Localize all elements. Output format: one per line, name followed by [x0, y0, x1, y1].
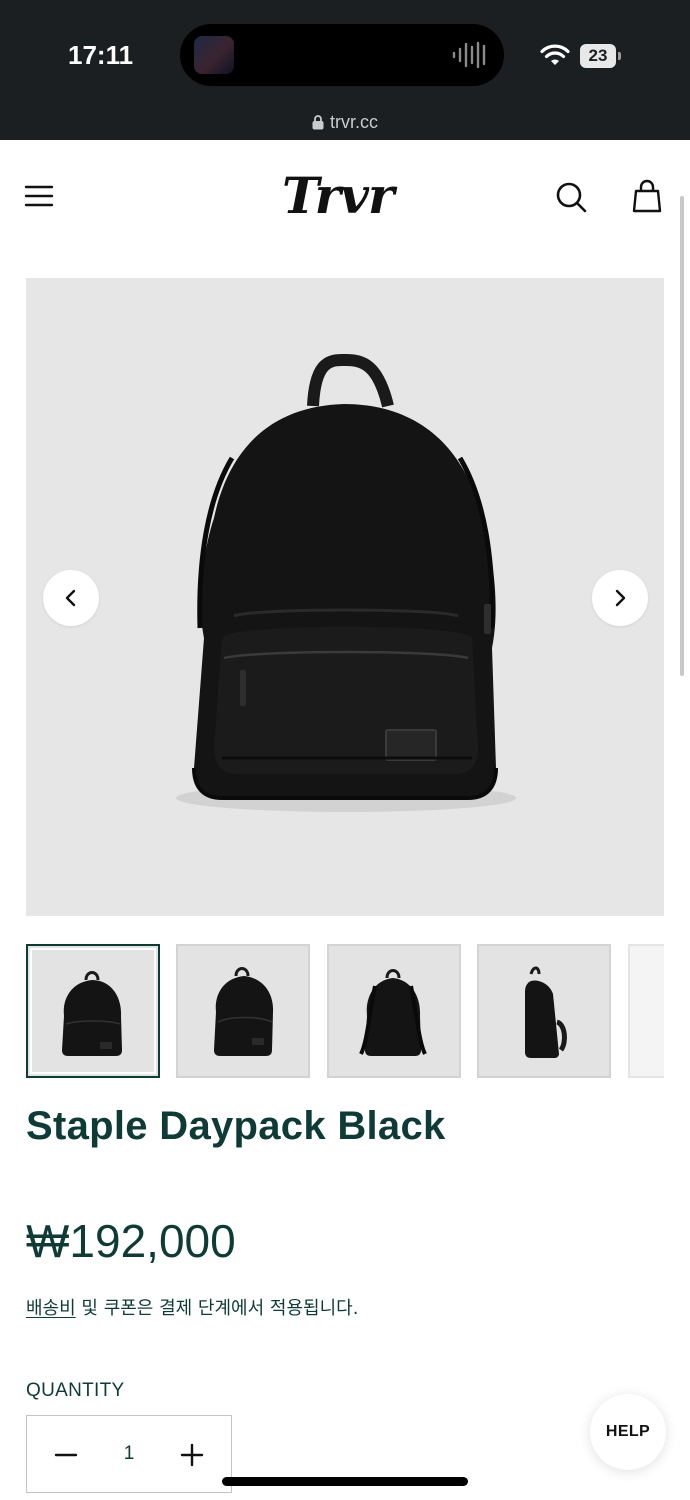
help-button[interactable]: HELP [590, 1394, 666, 1470]
status-time: 17:11 [68, 40, 134, 70]
product-title: Staple Daypack Black [26, 1104, 446, 1148]
thumbnail-front[interactable] [26, 944, 160, 1078]
url-text: trvr.cc [330, 112, 378, 132]
thumbnail-next-partial[interactable] [628, 944, 664, 1078]
chevron-left-icon [65, 589, 76, 607]
battery-level: 23 [588, 46, 608, 65]
quantity-decrease-button[interactable] [51, 1440, 81, 1470]
quantity-input[interactable]: 1 [97, 1443, 161, 1465]
quantity-increase-button[interactable] [177, 1440, 207, 1470]
chevron-right-icon [615, 589, 626, 607]
bag-icon[interactable] [630, 178, 664, 214]
thumbnail-strip[interactable] [26, 944, 664, 1078]
thumbnail-side[interactable] [477, 944, 611, 1078]
prev-image-button[interactable] [43, 570, 99, 626]
thumbnail-back[interactable] [327, 944, 461, 1078]
dynamic-island[interactable] [180, 24, 504, 86]
home-indicator[interactable] [222, 1477, 468, 1486]
quantity-label: QUANTITY [26, 1380, 125, 1401]
shipping-note: 배송비 및 쿠폰은 결제 단계에서 적용됩니다. [26, 1294, 358, 1320]
site-header: Trvr [0, 140, 690, 260]
now-playing-artwork [194, 36, 234, 74]
next-image-button[interactable] [592, 570, 648, 626]
address-bar[interactable]: trvr.cc [0, 112, 690, 133]
backpack-side-thumbnail [525, 966, 567, 1058]
shipping-note-text: 및 쿠폰은 결제 단계에서 적용됩니다. [75, 1298, 359, 1319]
backpack-front-thumbnail [62, 971, 122, 1056]
product-image-main[interactable] [26, 278, 664, 916]
wifi-icon [540, 44, 570, 65]
scrollbar[interactable] [680, 196, 684, 676]
backpack-image [176, 354, 516, 812]
search-icon[interactable] [554, 180, 588, 214]
thumbnail-angle[interactable] [176, 944, 310, 1078]
shipping-link[interactable]: 배송비 [26, 1298, 76, 1319]
quantity-stepper: 1 [26, 1415, 232, 1493]
audio-waveform-icon [452, 41, 486, 69]
battery-indicator: 23 [580, 44, 621, 68]
status-bar: 17:11 23 trvr.cc [0, 0, 690, 140]
product-price: ₩192,000 [26, 1215, 236, 1267]
brand-logo[interactable]: Trvr [282, 166, 406, 230]
backpack-angle-thumbnail [214, 967, 274, 1056]
lock-icon [312, 115, 324, 130]
backpack-back-thumbnail [359, 969, 427, 1056]
menu-icon[interactable] [24, 184, 54, 208]
